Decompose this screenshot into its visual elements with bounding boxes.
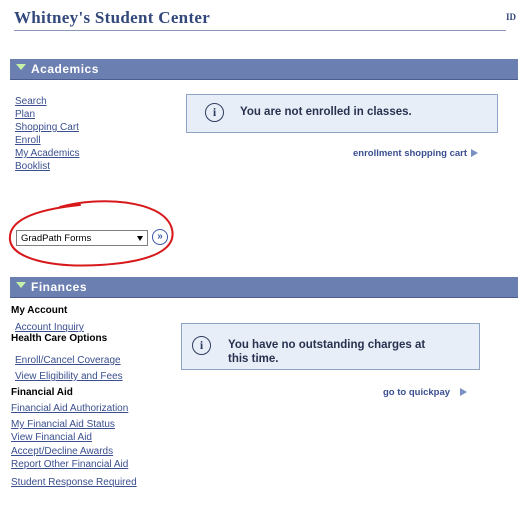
financial-aid-heading: Financial Aid xyxy=(11,387,73,398)
finances-link-aid-authorization[interactable]: Financial Aid Authorization xyxy=(11,403,128,414)
charges-notice-line-1: You have no outstanding charges at xyxy=(228,339,426,351)
quickpay-link[interactable]: go to quickpay xyxy=(383,387,468,398)
finances-link-view-eligibility[interactable]: View Eligibility and Fees xyxy=(15,371,123,382)
finances-link-report-other-aid[interactable]: Report Other Financial Aid xyxy=(11,459,128,470)
health-care-heading: Health Care Options xyxy=(11,333,108,344)
charges-notice-line-2: this time. xyxy=(228,353,279,365)
finances-section-title: Finances xyxy=(31,280,88,294)
charges-notice-box: i You have no outstanding charges at thi… xyxy=(181,323,480,370)
finances-link-account-inquiry[interactable]: Account Inquiry xyxy=(15,322,84,333)
triangle-down-icon[interactable] xyxy=(16,282,26,288)
info-icon: i xyxy=(192,336,211,355)
finances-section-header[interactable]: Finances xyxy=(10,277,518,298)
play-arrow-icon[interactable] xyxy=(460,388,468,397)
finances-link-aid-status[interactable]: My Financial Aid Status xyxy=(11,419,115,430)
finances-link-student-response[interactable]: Student Response Required xyxy=(11,477,137,488)
finances-link-enroll-cancel-coverage[interactable]: Enroll/Cancel Coverage xyxy=(15,355,121,366)
my-account-heading: My Account xyxy=(11,305,68,316)
finances-link-accept-decline[interactable]: Accept/Decline Awards xyxy=(11,446,113,457)
quickpay-label[interactable]: go to quickpay xyxy=(383,387,450,398)
finances-link-view-aid[interactable]: View Financial Aid xyxy=(11,432,92,443)
charges-notice-text: You have no outstanding charges at this … xyxy=(228,338,425,366)
